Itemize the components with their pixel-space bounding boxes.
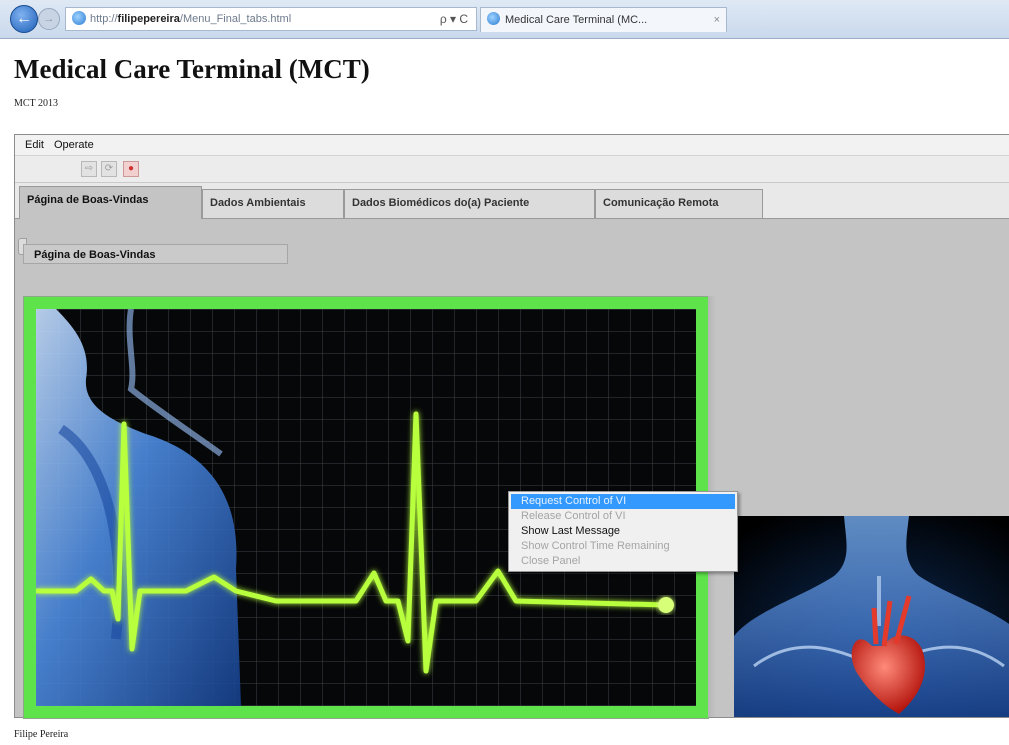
address-prefix: http:// <box>90 13 118 25</box>
vi-panel: Edit Operate ⇨ ⟳ ● Página de Boas-Vindas … <box>14 134 1009 719</box>
tab-comunicacao-remota[interactable]: Comunicação Remota <box>595 189 763 218</box>
forward-arrow-icon[interactable]: → <box>38 8 60 30</box>
menu-item-request-control[interactable]: Request Control of VI <box>511 494 735 509</box>
run-icon[interactable]: ⇨ <box>81 161 97 177</box>
browser-tab[interactable]: Medical Care Terminal (MC... × <box>480 7 727 32</box>
menu-item-show-last-message[interactable]: Show Last Message <box>511 524 735 539</box>
abort-icon[interactable]: ● <box>123 161 139 177</box>
browser-tab-title: Medical Care Terminal (MC... <box>505 14 648 26</box>
vi-menubar: Edit Operate <box>15 135 1009 156</box>
address-host: filipepereira <box>117 13 180 25</box>
vi-toolbar: ⇨ ⟳ ● <box>15 156 1009 183</box>
address-bar[interactable]: http://filipepereira/Menu_Final_tabs.htm… <box>65 7 477 31</box>
menu-edit[interactable]: Edit <box>20 135 49 155</box>
page-footer: Filipe Pereira <box>14 729 69 740</box>
ie-icon <box>72 11 86 25</box>
heart-anatomy-image <box>734 516 1009 717</box>
menu-item-close-panel: Close Panel <box>521 555 581 567</box>
menu-item-release-control: Release Control of VI <box>521 510 626 522</box>
address-path: /Menu_Final_tabs.html <box>179 13 292 25</box>
menu-item-show-control-time: Show Control Time Remaining <box>521 540 670 552</box>
menu-operate[interactable]: Operate <box>49 135 99 155</box>
tab-row: Página de Boas-Vindas Dados Ambientais D… <box>15 183 1009 219</box>
tab-control: Página de Boas-Vindas Dados Ambientais D… <box>15 183 1009 719</box>
search-refresh-icons[interactable]: ρ ▾ C <box>440 8 468 30</box>
page-subtitle: MCT 2013 <box>14 98 58 109</box>
run-continuous-icon[interactable]: ⟳ <box>101 161 117 177</box>
page-label: Página de Boas-Vindas <box>23 244 288 264</box>
page-title: Medical Care Terminal (MCT) <box>14 54 370 84</box>
back-arrow-icon[interactable]: ← <box>10 5 38 33</box>
ie-icon <box>487 12 500 25</box>
browser-toolbar: ← → http://filipepereira/Menu_Final_tabs… <box>0 0 1009 39</box>
tab-dados-ambientais[interactable]: Dados Ambientais <box>202 189 344 218</box>
tab-boas-vindas[interactable]: Página de Boas-Vindas <box>19 186 202 219</box>
tab-dados-biomedicos[interactable]: Dados Biomédicos do(a) Paciente <box>344 189 595 218</box>
close-tab-icon[interactable]: × <box>714 8 720 32</box>
context-menu: Request Control of VI Release Control of… <box>508 491 738 572</box>
